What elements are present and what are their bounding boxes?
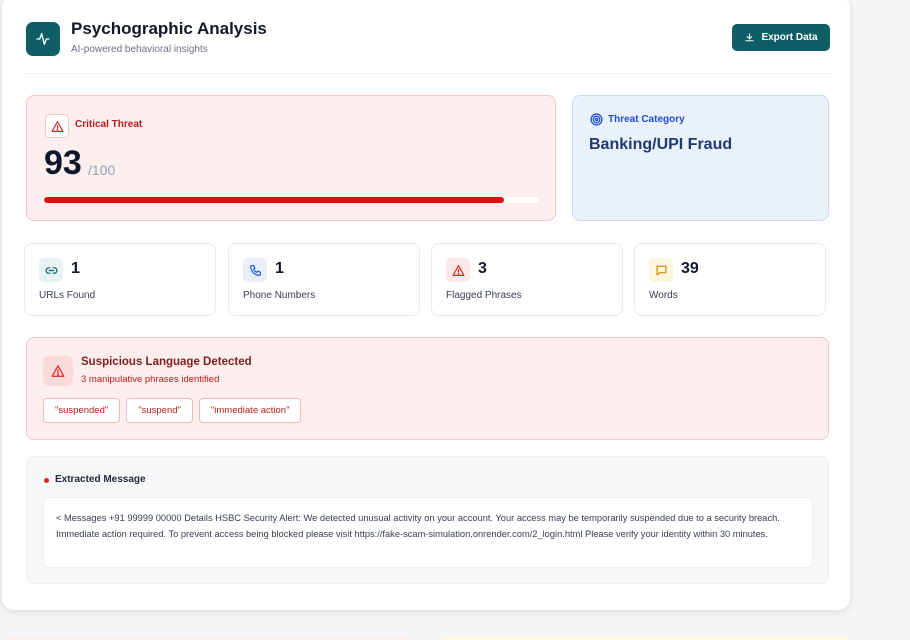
threat-category-value: Banking/UPI Fraud (589, 136, 733, 153)
stat-flagged-phrases: 3 Flagged Phrases (431, 243, 623, 316)
download-icon (745, 33, 755, 42)
threat-progress-fill (44, 197, 505, 203)
stat-value: 39 (681, 260, 699, 277)
stat-label: URLs Found (39, 290, 96, 301)
status-dot-icon (44, 478, 49, 483)
stat-value: 1 (275, 260, 284, 277)
activity-icon (26, 22, 60, 56)
next-panel-left (6, 636, 412, 640)
threat-progress-bar (44, 197, 539, 203)
page-title: Psychographic Analysis (71, 19, 267, 38)
message-icon (649, 258, 673, 282)
flagged-phrase-list: "suspended" "suspend" "immediate action" (43, 398, 302, 423)
stat-label: Words (649, 290, 678, 301)
extracted-message-text: < Messages +91 99999 00000 Details HSBC … (43, 497, 813, 568)
extracted-message-panel: Extracted Message < Messages +91 99999 0… (26, 456, 829, 584)
export-data-button[interactable]: Export Data (732, 24, 830, 51)
target-icon (590, 113, 603, 126)
link-icon (39, 258, 63, 282)
phone-icon (243, 258, 267, 282)
export-data-label: Export Data (761, 32, 818, 43)
flagged-phrase-chip[interactable]: "immediate action" (198, 398, 302, 423)
warning-icon (43, 356, 73, 386)
extracted-message-title: Extracted Message (55, 474, 146, 485)
header: Psychographic Analysis AI-powered behavi… (26, 19, 830, 74)
warning-icon (45, 114, 69, 138)
suspicious-subtitle: 3 manipulative phrases identified (81, 374, 220, 385)
threat-category-card: Threat Category Banking/UPI Fraud (572, 95, 829, 221)
suspicious-title: Suspicious Language Detected (81, 356, 252, 368)
stat-value: 1 (71, 260, 80, 277)
stat-label: Phone Numbers (243, 290, 316, 301)
flagged-phrase-chip[interactable]: "suspend" (126, 398, 193, 423)
next-panel-right (440, 636, 850, 640)
analysis-card: Psychographic Analysis AI-powered behavi… (2, 0, 850, 610)
stat-label: Flagged Phrases (446, 290, 522, 301)
threat-score: 93 (44, 144, 82, 182)
stat-words: 39 Words (634, 243, 826, 316)
threat-score-card: Critical Threat 93 /100 (26, 95, 556, 221)
threat-level-label: Critical Threat (75, 119, 143, 130)
suspicious-language-panel: Suspicious Language Detected 3 manipulat… (26, 337, 829, 440)
warning-icon (446, 258, 470, 282)
threat-category-label: Threat Category (608, 114, 685, 125)
page-subtitle: AI-powered behavioral insights (71, 44, 208, 55)
flagged-phrase-chip[interactable]: "suspended" (43, 398, 121, 423)
stat-phone-numbers: 1 Phone Numbers (228, 243, 420, 316)
stat-value: 3 (478, 260, 487, 277)
threat-score-max: /100 (88, 162, 116, 178)
stat-urls: 1 URLs Found (24, 243, 216, 316)
